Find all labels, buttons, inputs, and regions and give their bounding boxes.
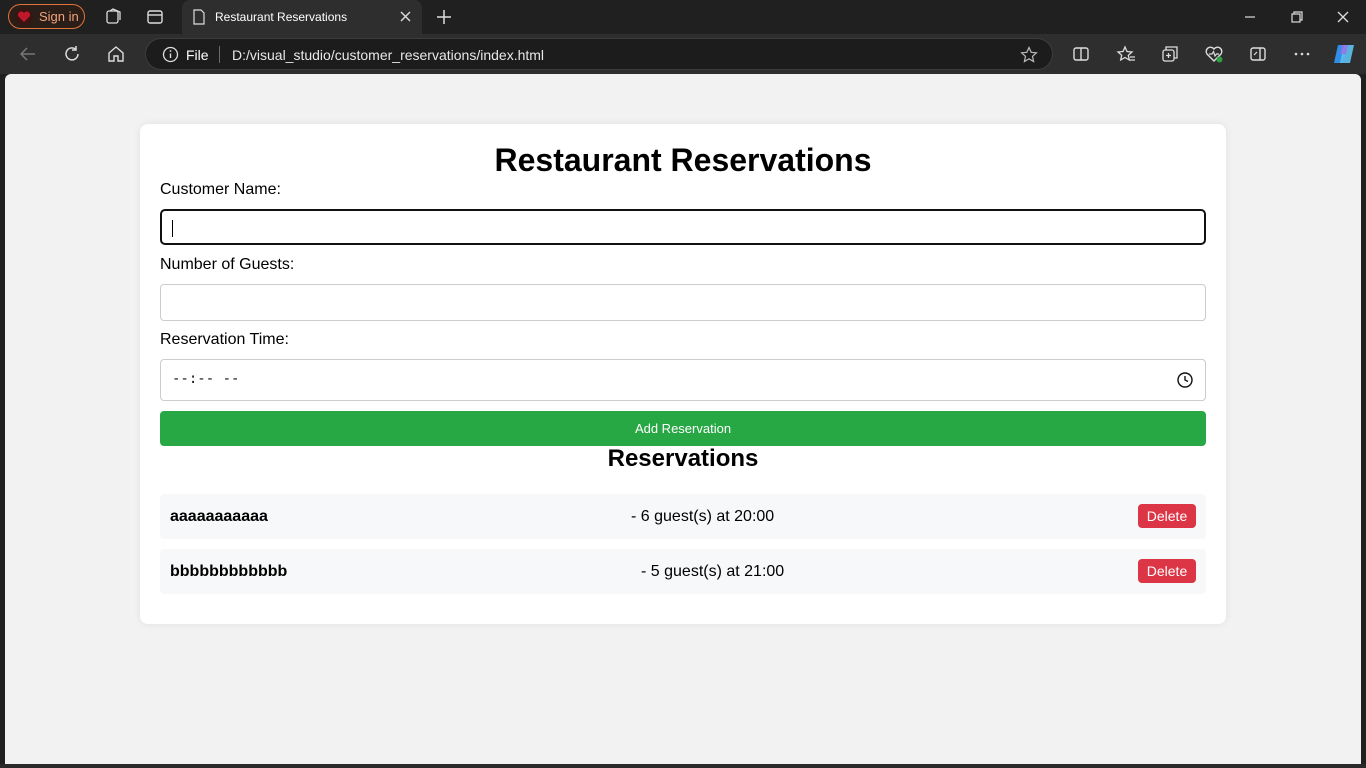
page-title: Restaurant Reservations [494,142,872,178]
tab-title: Restaurant Reservations [215,10,348,24]
back-icon[interactable] [18,44,38,64]
address-bar[interactable]: File D:/visual_studio/customer_reservati… [145,38,1053,70]
reservation-time-label: Reservation Time: [160,331,289,348]
title-bar: Sign in Restaurant Reservations [0,0,1366,34]
delete-button[interactable]: Delete [1138,559,1196,583]
split-screen-icon[interactable] [1071,44,1091,64]
favorites-icon[interactable] [1116,44,1136,64]
list-item: aaaaaaaaaaa - 6 guest(s) at 20:00 Delete [160,494,1206,539]
reservation-detail: - 5 guest(s) at 21:00 [641,563,785,580]
reservation-card: Restaurant Reservations Customer Name: N… [140,124,1226,624]
reservation-detail: - 6 guest(s) at 20:00 [631,508,775,525]
new-tab-icon[interactable] [435,8,453,26]
guests-label: Number of Guests: [160,256,295,273]
customer-name-label: Customer Name: [160,181,281,198]
add-reservation-button[interactable]: Add Reservation [160,411,1206,446]
close-window-icon[interactable] [1336,10,1350,24]
close-tab-icon[interactable] [399,10,412,23]
address-separator [219,46,220,63]
delete-button[interactable]: Delete [1138,504,1196,528]
clock-icon[interactable] [1176,371,1194,389]
address-url[interactable]: D:/visual_studio/customer_reservations/i… [232,47,544,63]
page-viewport: Restaurant Reservations Customer Name: N… [5,74,1361,764]
restore-icon[interactable] [1290,10,1304,24]
copilot-icon[interactable] [1332,42,1356,66]
reservations-heading: Reservations [607,445,759,472]
browser-essentials-icon[interactable] [1204,44,1224,64]
info-icon[interactable] [162,46,179,63]
favorite-star-icon[interactable] [1020,46,1038,64]
active-tab[interactable]: Restaurant Reservations [182,0,422,34]
reservation-name: aaaaaaaaaaa [170,508,268,525]
profile-heart-icon [15,8,33,25]
sign-in-label: Sign in [39,9,79,24]
time-placeholder: --:-- -- [172,371,240,387]
collections-icon[interactable] [1160,44,1180,64]
list-item: bbbbbbbbbbbb - 5 guest(s) at 21:00 Delet… [160,549,1206,594]
page-icon [193,9,205,25]
minimize-icon[interactable] [1243,10,1257,24]
refresh-icon[interactable] [62,44,82,64]
taskbar-edge [0,764,1366,768]
tab-actions-icon[interactable] [146,8,164,26]
reservation-time-input[interactable]: --:-- -- [160,359,1206,401]
text-caret [172,220,173,237]
more-icon[interactable] [1292,44,1312,64]
customer-name-input[interactable] [160,209,1206,245]
profile-sign-in-button[interactable]: Sign in [8,4,85,29]
home-icon[interactable] [106,44,126,64]
guests-input[interactable] [160,284,1206,321]
navigation-bar: File D:/visual_studio/customer_reservati… [0,34,1366,74]
address-scheme: File [186,47,209,63]
sidebar-icon[interactable] [1248,44,1268,64]
reservation-name: bbbbbbbbbbbb [170,563,288,580]
workspaces-icon[interactable] [104,8,122,26]
